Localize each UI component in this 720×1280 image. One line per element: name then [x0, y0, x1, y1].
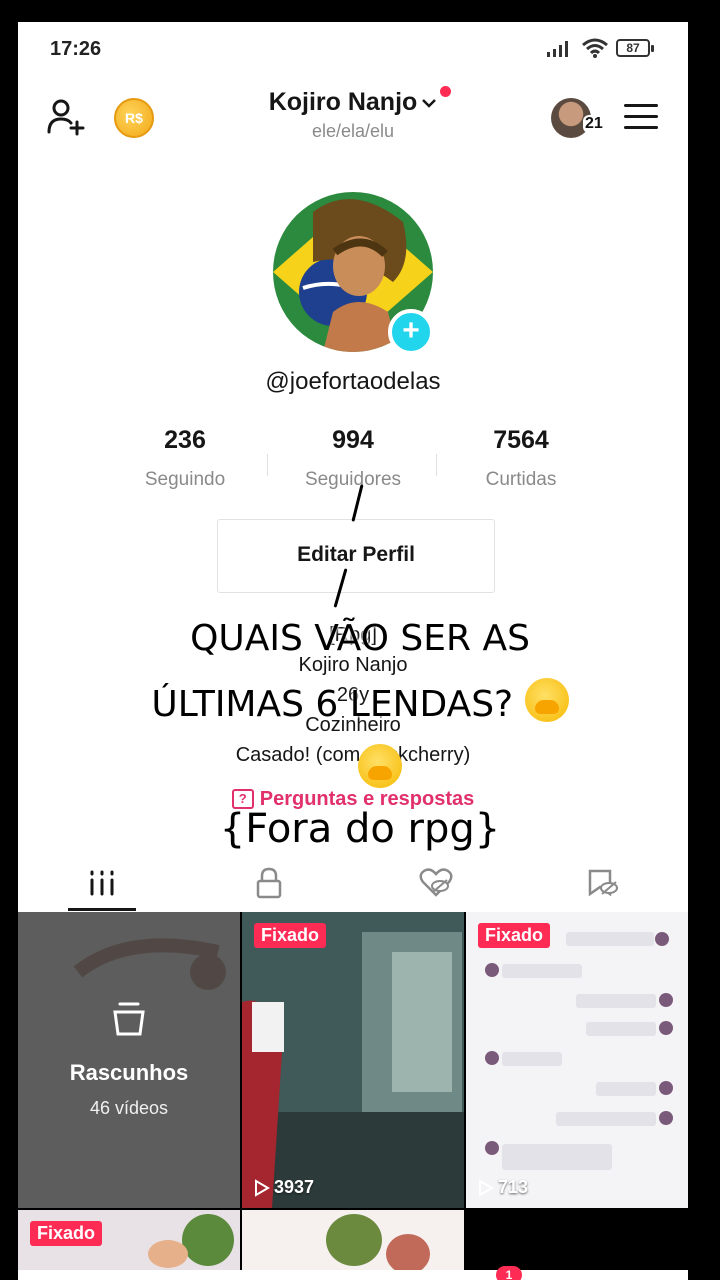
pinned-badge: Fixado	[478, 923, 551, 948]
lock-icon	[256, 867, 281, 899]
view-count-value: 3937	[274, 1177, 315, 1197]
liked-hidden-icon	[419, 868, 452, 897]
content-tabs	[18, 854, 688, 912]
friends-count: 21	[583, 115, 605, 133]
active-tab-indicator	[68, 908, 136, 911]
chevron-down-icon	[422, 98, 437, 108]
video-tile[interactable]: Fixado 3937	[242, 912, 464, 1208]
grid-icon	[90, 870, 113, 896]
bottom-nav	[18, 1270, 688, 1280]
pronouns: ele/ela/elu	[311, 121, 395, 141]
video-grid: Rascunhos 46 vídeos Fixado 3937 Fixado 7…	[18, 912, 688, 1280]
status-time: 17:26	[50, 38, 102, 60]
view-count: 3937	[254, 1177, 314, 1198]
stat-likes-label: Curtidas	[485, 469, 557, 490]
tab-videos[interactable]	[18, 854, 185, 912]
play-icon	[479, 1178, 494, 1197]
pinned-badge: Fixado	[30, 1221, 103, 1246]
view-count: 713	[478, 1177, 528, 1198]
hand-over-mouth-icon	[524, 678, 569, 722]
drafts-label: Rascunhos	[69, 1060, 189, 1085]
view-count-value: 713	[498, 1177, 529, 1197]
bookmark-hidden-icon	[588, 869, 618, 897]
profile-stats: 236 Seguindo 994 Seguidores 7564 Curtida…	[18, 426, 688, 506]
overlay-caption: QUAIS VÃO SER AS	[0, 618, 720, 659]
video-tile[interactable]: Fixado	[18, 1210, 240, 1270]
video-thumbnail	[466, 912, 688, 1208]
drafts-icon	[113, 1002, 145, 1036]
wifi-icon	[582, 38, 608, 58]
overlay-caption: {Fora do rpg}	[0, 806, 720, 852]
play-icon	[255, 1178, 270, 1197]
inbox-badge: 1	[496, 1266, 522, 1280]
add-photo-button[interactable]: +	[388, 309, 434, 355]
account-switcher[interactable]: Kojiro Nanjo ele/ela/elu	[218, 86, 488, 142]
video-thumbnail	[242, 912, 464, 1208]
pinned-badge: Fixado	[254, 923, 327, 948]
stat-likes-value: 7564	[493, 426, 549, 454]
tab-liked[interactable]	[352, 854, 519, 912]
username: @joefortaodelas	[265, 368, 441, 395]
overlay-line: QUAIS VÃO SER AS	[190, 618, 530, 659]
video-tile[interactable]	[242, 1210, 464, 1270]
edit-profile-button[interactable]: Editar Perfil	[217, 519, 495, 593]
overlay-line: ÚLTIMAS 6 LENDAS?	[151, 684, 514, 725]
video-thumbnail	[242, 1210, 464, 1270]
tab-private[interactable]	[185, 854, 352, 912]
tab-saved[interactable]	[519, 854, 686, 912]
signal-icon	[547, 41, 568, 57]
video-tile[interactable]	[466, 1210, 688, 1270]
stat-likes[interactable]: 7564 Curtidas	[421, 426, 621, 491]
coins-icon[interactable]: R$	[114, 98, 154, 138]
overlay-line: {Fora do rpg}	[219, 806, 501, 852]
overlay-caption: ÚLTIMAS 6 LENDAS?	[0, 678, 720, 725]
video-tile[interactable]: Fixado 713	[466, 912, 688, 1208]
display-name: Kojiro Nanjo	[268, 88, 418, 116]
menu-icon[interactable]	[624, 104, 658, 132]
status-bar: 17:26 87	[18, 22, 688, 78]
add-friend-icon[interactable]	[46, 96, 88, 138]
bio-line: Casado! (com o_skcherry)	[235, 744, 471, 766]
battery-indicator: 87	[616, 39, 654, 57]
profile-header: R$ Kojiro Nanjo ele/ela/elu 21	[18, 82, 688, 152]
drafts-count: 46 vídeos	[89, 1098, 169, 1118]
hand-over-mouth-icon	[358, 744, 402, 788]
notification-dot	[440, 86, 452, 97]
drafts-tile[interactable]: Rascunhos 46 vídeos	[18, 912, 240, 1208]
